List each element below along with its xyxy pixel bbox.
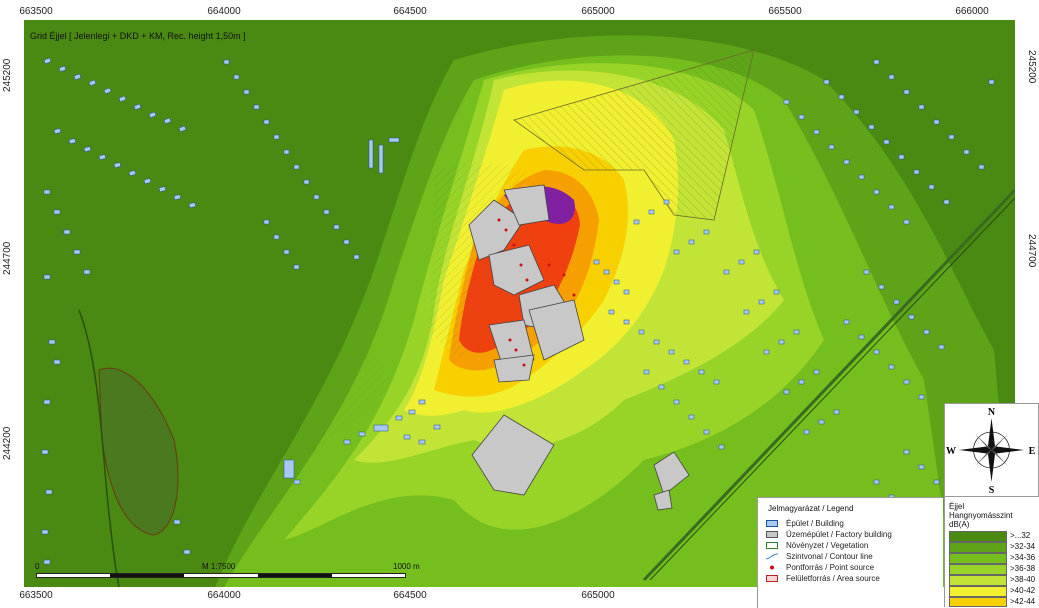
legend-item-building: Épület / Building xyxy=(766,519,844,529)
coord-bottom-1: 663500 xyxy=(19,590,53,601)
scale-segment xyxy=(110,574,184,577)
scale-start-label: 0 xyxy=(35,562,40,571)
coord-top-3: 664500 xyxy=(393,6,427,17)
compass-east: E xyxy=(1029,446,1036,457)
coord-left-2: 244700 xyxy=(2,241,13,275)
legend-item-area-source: Felületforrás / Area source xyxy=(766,574,880,584)
noise-legend-subtitle: Hangnyomásszint xyxy=(949,511,1013,520)
area-source-symbol-icon xyxy=(766,575,778,583)
noise-class-row: >42-44 xyxy=(949,597,1035,607)
coord-left-1: 245200 xyxy=(2,58,13,92)
legend-item-vegetation: Növényzet / Vegetation xyxy=(766,541,868,551)
scale-segment xyxy=(258,574,332,577)
noise-class-row: >34-36 xyxy=(949,553,1035,564)
noise-class-row: >38-40 xyxy=(949,575,1035,586)
noise-legend-unit: dB(A) xyxy=(949,520,970,529)
noise-class-row: >36-38 xyxy=(949,564,1035,575)
coord-right-1: 245200 xyxy=(1026,50,1037,84)
vegetation-symbol-icon xyxy=(766,542,778,550)
coord-left-3: 244200 xyxy=(2,426,13,460)
coord-top-2: 664000 xyxy=(207,6,241,17)
compass-west: W xyxy=(946,446,956,457)
map-legend: Jelmagyarázat / Legend Épület / Building… xyxy=(757,497,943,608)
scale-end-label: 1000 m xyxy=(393,562,420,571)
compass-north: N xyxy=(988,407,996,418)
coord-top-4: 665000 xyxy=(581,6,615,17)
point-source-symbol-icon xyxy=(766,564,778,571)
noise-legend-title: Éjjel xyxy=(949,502,965,511)
noise-level-legend: Éjjel Hangnyomásszint dB(A) >...32 >32-3… xyxy=(944,497,1039,607)
scale-bar xyxy=(36,573,406,578)
factory-symbol-icon xyxy=(766,531,778,539)
scale-ratio-label: M 1:7500 xyxy=(202,562,236,571)
legend-item-factory: Üzemépület / Factory building xyxy=(766,530,892,540)
coord-right-2: 244700 xyxy=(1026,234,1037,268)
legend-title: Jelmagyarázat / Legend xyxy=(768,504,854,513)
legend-item-contour: Szintvonal / Contour line xyxy=(765,552,873,562)
coord-bottom-4: 665000 xyxy=(581,590,615,601)
coord-top-1: 663500 xyxy=(19,6,53,17)
noise-class-row: >...32 xyxy=(949,531,1030,542)
noise-class-row: >32-34 xyxy=(949,542,1035,553)
map-caption: Grid Éjjel [ Jelenlegi + DKD + KM, Rec. … xyxy=(30,31,246,41)
coord-top-6: 666000 xyxy=(955,6,989,17)
noise-class-row: >40-42 xyxy=(949,586,1035,597)
contour-symbol-icon xyxy=(765,553,779,560)
compass-icon: N S W E xyxy=(946,407,1036,496)
coord-bottom-3: 664500 xyxy=(393,590,427,601)
coord-top-5: 665500 xyxy=(768,6,802,17)
coord-bottom-2: 664000 xyxy=(207,590,241,601)
compass-south: S xyxy=(989,485,995,496)
building-symbol-icon xyxy=(766,520,778,528)
legend-item-point-source: Pontforrás / Point source xyxy=(766,563,874,573)
compass-rose: N S W E xyxy=(944,403,1039,497)
